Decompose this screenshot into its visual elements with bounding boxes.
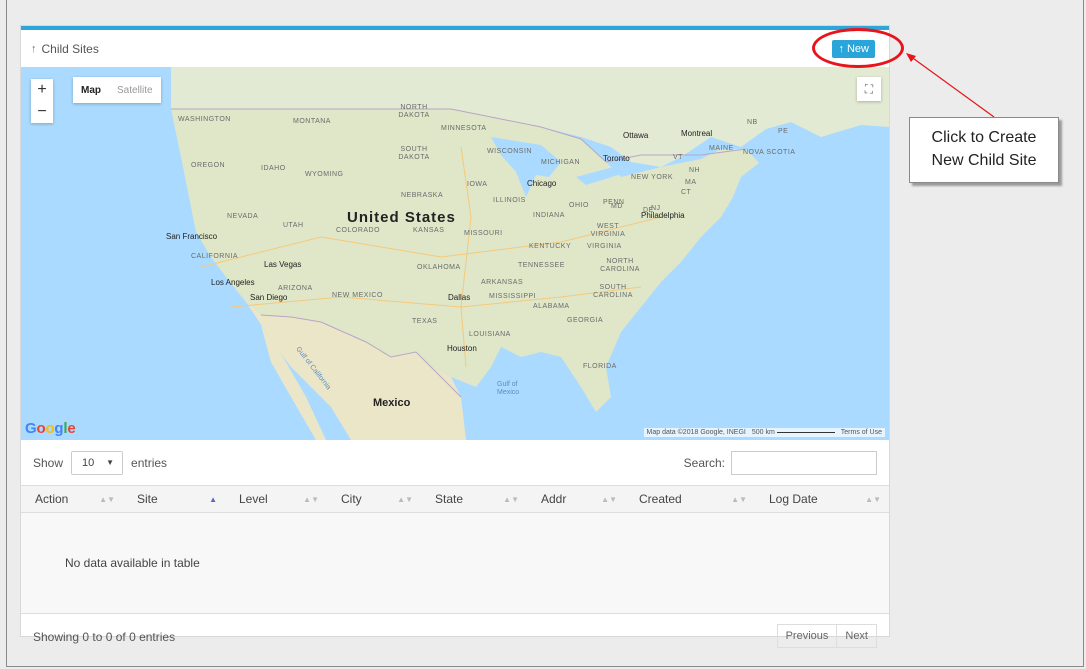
callout-line-2: New Child Site xyxy=(931,152,1037,169)
callout-line-1: Click to Create xyxy=(931,129,1037,146)
annotation-arrow xyxy=(906,53,995,118)
annotation-arrow-line xyxy=(909,55,995,118)
annotation-arrowhead xyxy=(906,53,916,62)
annotation-callout-box: Click to Create New Child Site xyxy=(909,117,1059,183)
